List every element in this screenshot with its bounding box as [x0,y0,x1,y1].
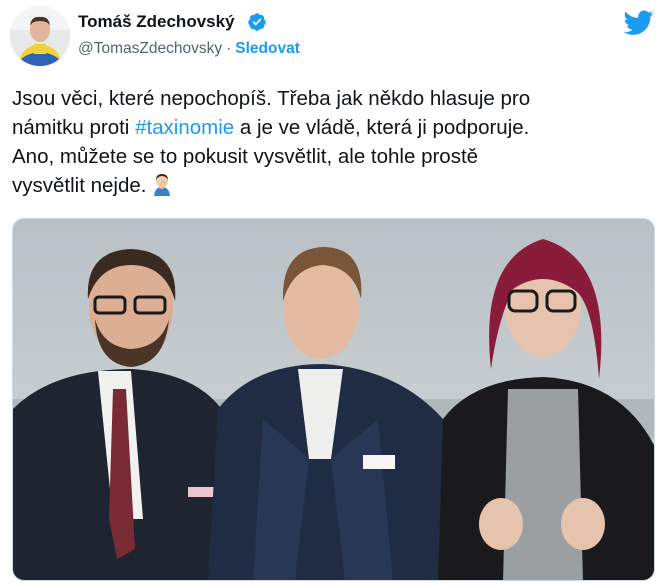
tweet-card: Tomáš Zdechovský @TomasZdechovsky · Sledov… [0,0,672,588]
tweet-line: vysvětlit nejde. [12,171,664,200]
avatar[interactable] [10,6,70,66]
twitter-bird-icon[interactable] [624,10,654,36]
tweet-line: Ano, můžete se to pokusit vysvětlit, ale… [12,145,479,168]
follow-button[interactable]: Sledovat [235,40,300,57]
separator-dot: · [226,40,232,57]
verified-badge-icon [248,13,266,31]
tweet-line: Jsou věci, které nepochopíš. Třeba jak n… [12,87,531,110]
face-palm-emoji-icon [154,174,171,196]
handle-row: @TomasZdechovsky · Sledovat [78,40,300,58]
author-handle[interactable]: @TomasZdechovsky [78,40,222,57]
tweet-photo[interactable] [12,218,655,581]
tweet-line: námitku proti #taxinomie a je ve vládě, … [12,116,530,139]
tweet-text: Jsou věci, které nepochopíš. Třeba jak n… [12,84,664,200]
author-name[interactable]: Tomáš Zdechovský [78,12,235,32]
hashtag-link[interactable]: #taxinomie [135,116,234,139]
